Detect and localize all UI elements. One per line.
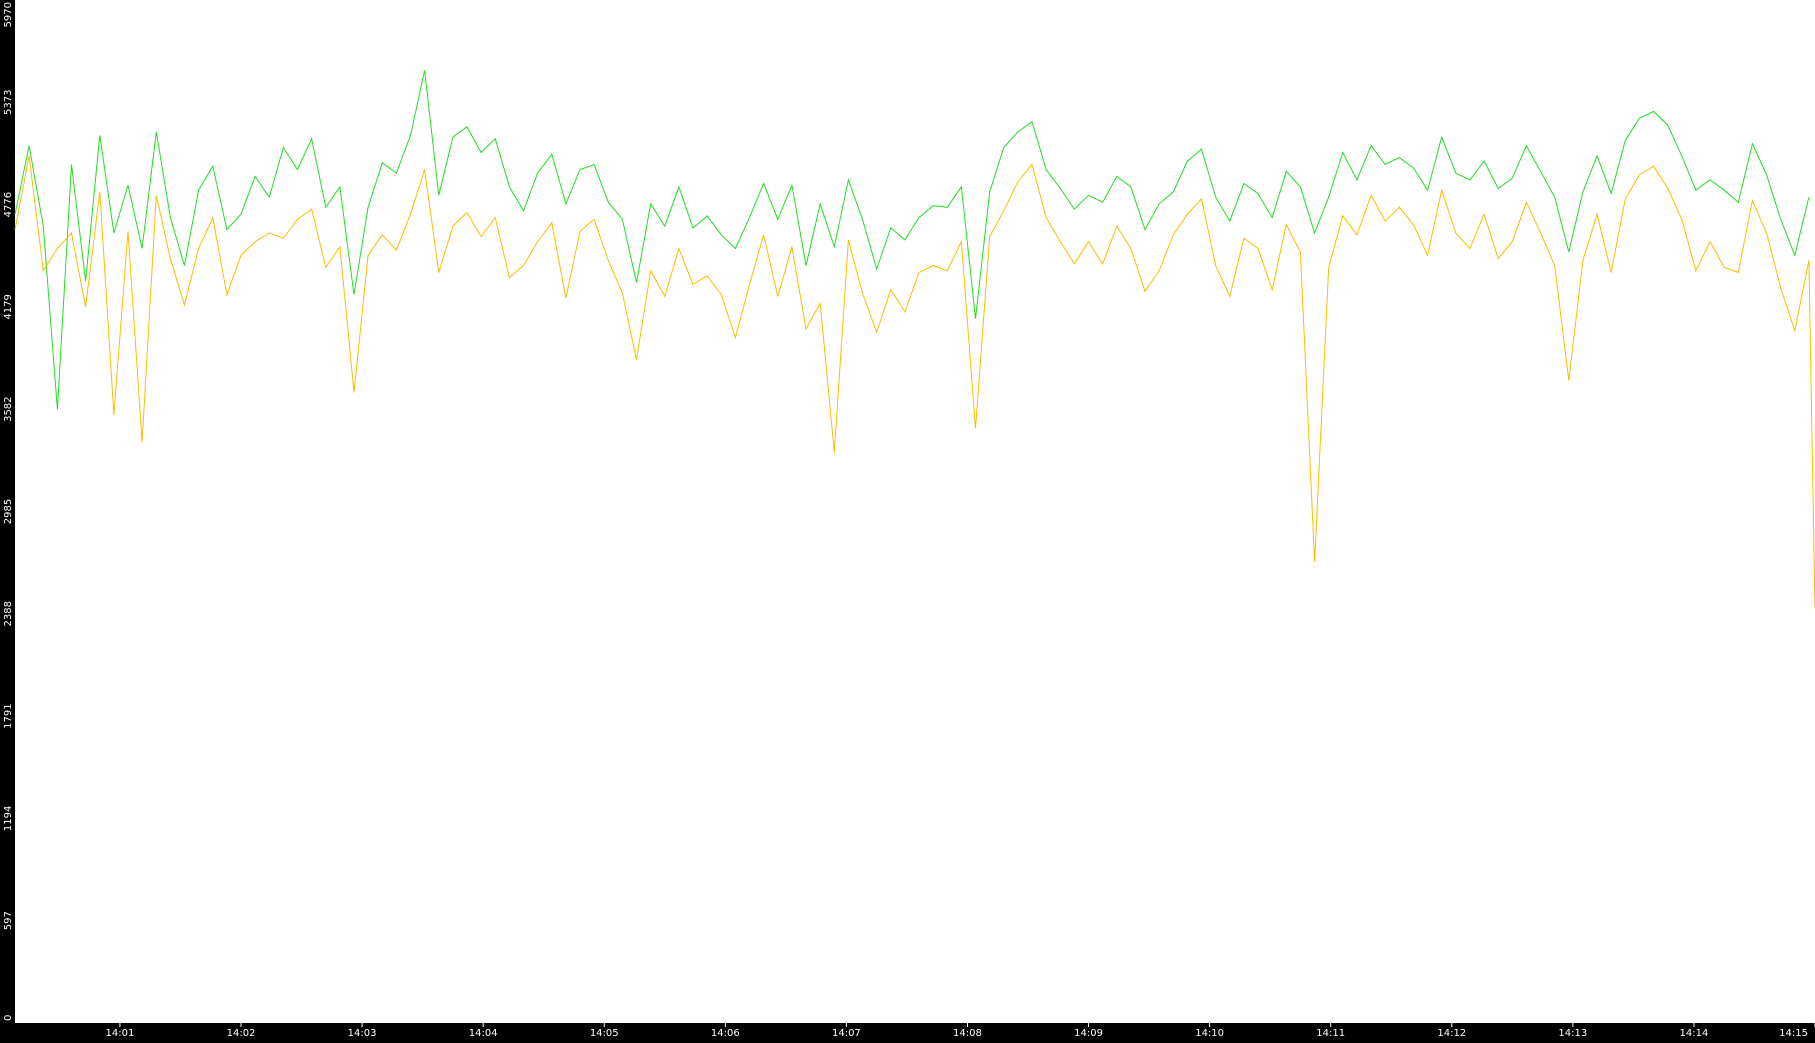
x-tick-label: 14:11 <box>1316 1028 1345 1039</box>
y-tick-label: 5373 <box>3 90 14 115</box>
y-tick-label: 4179 <box>3 294 14 319</box>
y-tick-label: 0 <box>3 1015 14 1021</box>
y-tick-label: 2985 <box>3 499 14 524</box>
y-axis: 0 597 1194 1791 2388 2985 3582 4179 4776 5373 5970 <box>3 2 14 1021</box>
y-tick-label: 3582 <box>3 396 14 421</box>
x-axis: 14:01 14:02 14:03 14:04 14:05 14:06 14:07 14:08… <box>106 1023 1815 1039</box>
x-tick-label: 14:15 <box>1779 1028 1808 1039</box>
y-tick-label: 1791 <box>3 703 14 728</box>
x-tick-label: 14:14 <box>1680 1028 1709 1039</box>
x-tick-label: 14:05 <box>590 1028 619 1039</box>
line-chart: 0 597 1194 1791 2388 2985 3582 4179 4776 5373 5970… <box>3 0 1815 1039</box>
x-tick-label: 14:08 <box>953 1028 982 1039</box>
y-tick-label: 2388 <box>3 601 14 626</box>
x-tick-label: 14:07 <box>832 1028 861 1039</box>
chart-container: 0 597 1194 1791 2388 2985 3582 4179 4776 5373 5970… <box>0 0 1815 1039</box>
plot-area <box>15 0 1815 1023</box>
y-tick-label: 5970 <box>3 2 14 27</box>
x-tick-label: 14:01 <box>106 1028 135 1039</box>
x-tick-label: 14:06 <box>711 1028 740 1039</box>
y-tick-label: 597 <box>3 911 14 930</box>
y-tick-label: 4776 <box>3 192 14 217</box>
x-tick-label: 14:04 <box>469 1028 498 1039</box>
x-tick-label: 14:13 <box>1558 1028 1587 1039</box>
x-tick-label: 14:12 <box>1437 1028 1466 1039</box>
y-tick-label: 1194 <box>3 806 14 831</box>
x-tick-label: 14:09 <box>1074 1028 1103 1039</box>
x-tick-label: 14:02 <box>227 1028 256 1039</box>
x-tick-label: 14:10 <box>1195 1028 1224 1039</box>
x-tick-label: 14:03 <box>348 1028 377 1039</box>
